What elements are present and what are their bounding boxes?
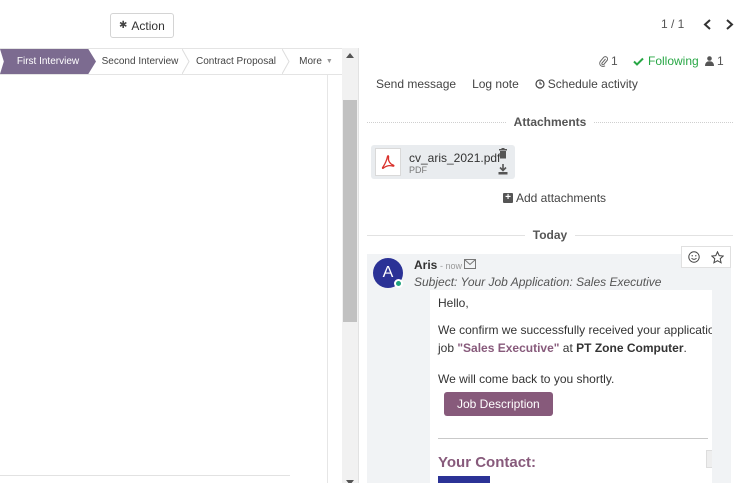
text-fragment: job <box>438 341 458 355</box>
pdf-icon <box>375 148 401 176</box>
attachment-count-button[interactable]: 1 <box>599 54 618 68</box>
job-description-button[interactable]: Job Description <box>444 392 553 416</box>
message-author[interactable]: Aris <box>414 258 437 272</box>
scroll-up-arrow-icon[interactable] <box>346 53 354 58</box>
chevron-left-icon <box>703 18 711 30</box>
inner-scroll-handle[interactable] <box>706 450 712 468</box>
pager-previous-button[interactable] <box>700 13 714 35</box>
divider <box>327 75 328 483</box>
following-button[interactable]: Following <box>633 54 699 68</box>
chevron-right-icon <box>725 18 733 30</box>
attachment-card[interactable]: cv_aris_2021.pdf PDF <box>371 145 515 179</box>
attachments-separator: Attachments <box>367 115 733 129</box>
user-icon <box>705 56 714 66</box>
scroll-thumb[interactable] <box>343 100 357 322</box>
clock-icon <box>535 79 545 89</box>
send-message-button[interactable]: Send message <box>376 77 456 91</box>
divider <box>367 234 525 236</box>
chatter-topbar: 1 Following 1 <box>359 48 740 78</box>
action-label: Action <box>131 18 165 33</box>
followers-button[interactable]: 1 <box>705 54 724 68</box>
scrollbar[interactable] <box>342 48 358 483</box>
schedule-activity-label: Schedule activity <box>547 77 638 91</box>
stage-more-dropdown[interactable]: More ▼ <box>290 49 342 74</box>
chatter-message: A Aris - now Subject: Your Job Applicati… <box>367 246 731 483</box>
plus-square-icon: + <box>503 193 513 203</box>
pager-next-button[interactable] <box>722 13 736 35</box>
chatter-actions: Send message Log note Schedule activity <box>376 77 638 91</box>
text-fragment: at <box>559 341 577 355</box>
star-icon[interactable] <box>711 250 725 264</box>
stage-statusbar: First Interview Second Interview Contrac… <box>0 48 342 75</box>
caret-down-icon: ▼ <box>325 58 333 65</box>
presence-indicator <box>394 279 403 288</box>
add-attachments-label: Add attachments <box>516 191 607 205</box>
action-button[interactable]: ✱ Action <box>110 13 174 38</box>
contact-heading: Your Contact: <box>438 454 537 471</box>
divider <box>575 234 734 236</box>
today-separator: Today <box>367 228 734 242</box>
stage-more-label: More <box>299 56 322 67</box>
control-panel: ✱ Action 1 / 1 <box>0 0 740 48</box>
download-icon[interactable] <box>498 164 508 175</box>
divider <box>367 121 506 123</box>
stage-second-interview[interactable]: Second Interview <box>98 49 182 74</box>
follower-count: 1 <box>717 54 724 68</box>
stage-separator <box>282 49 290 74</box>
form-view: First Interview Second Interview Contrac… <box>0 48 342 483</box>
message-line: job "Sales Executive" at PT Zone Compute… <box>438 341 687 355</box>
message-date: - now <box>440 261 463 271</box>
message-line: We will come back to you shortly. <box>438 372 615 386</box>
message-body: Hello, We confirm we successfully receiv… <box>430 290 712 483</box>
trash-icon[interactable] <box>498 148 508 159</box>
divider <box>438 438 708 439</box>
paperclip-icon <box>599 55 608 67</box>
pager-value[interactable]: 1 / 1 <box>661 17 684 31</box>
message-actions <box>681 246 731 268</box>
stage-separator <box>182 49 190 74</box>
attachment-name: cv_aris_2021.pdf <box>409 151 501 165</box>
gear-icon: ✱ <box>119 20 128 31</box>
following-label: Following <box>648 54 699 68</box>
check-icon <box>633 57 644 66</box>
company-name: PT Zone Computer <box>576 341 684 355</box>
attachment-count: 1 <box>611 54 618 68</box>
text-fragment: . <box>683 341 687 355</box>
date-separator-label: Today <box>532 228 568 242</box>
attachment-type: PDF <box>409 165 427 175</box>
divider <box>0 475 290 476</box>
chatter-panel: 1 Following 1 Send message Log note Sche… <box>358 48 740 483</box>
job-title-highlight: "Sales Executive" <box>457 341 560 355</box>
message-greeting: Hello, <box>438 296 469 310</box>
envelope-icon[interactable] <box>464 259 476 269</box>
stage-contract-proposal[interactable]: Contract Proposal <box>190 49 282 74</box>
add-attachments-button[interactable]: + Add attachments <box>503 191 606 205</box>
stage-first-interview[interactable]: First Interview <box>0 49 96 74</box>
message-line: We confirm we successfully received your… <box>438 323 712 337</box>
smiley-icon[interactable] <box>688 251 700 263</box>
schedule-activity-button[interactable]: Schedule activity <box>535 77 638 91</box>
log-note-button[interactable]: Log note <box>472 77 519 91</box>
attachments-heading: Attachments <box>513 115 587 129</box>
contact-image <box>438 476 490 483</box>
divider <box>594 121 733 123</box>
message-subject: Subject: Your Job Application: Sales Exe… <box>414 275 662 289</box>
